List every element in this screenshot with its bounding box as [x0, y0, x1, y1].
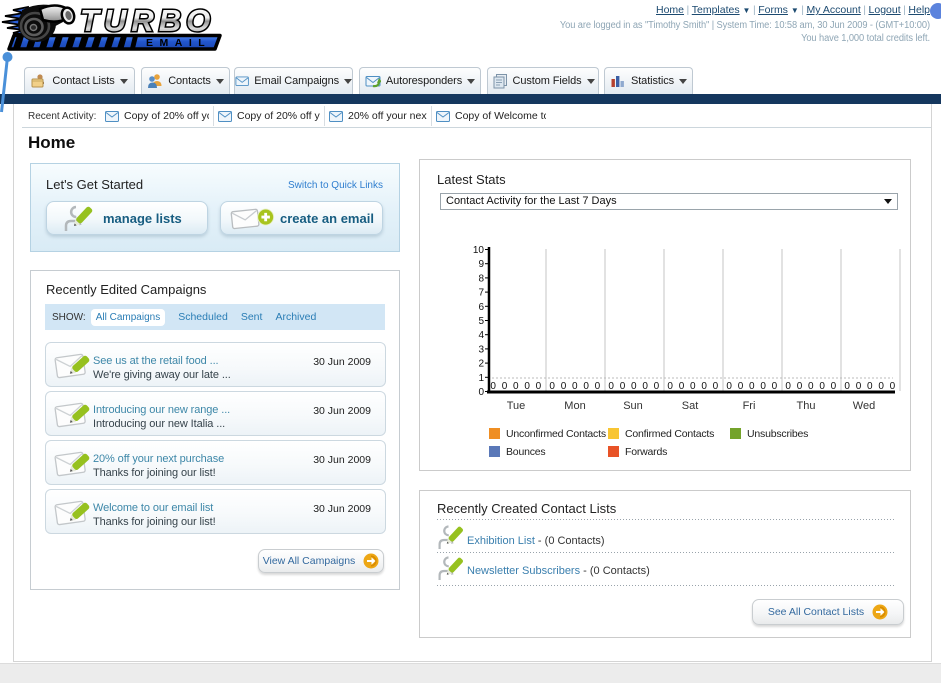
- svg-text:0: 0: [749, 381, 755, 392]
- svg-text:0: 0: [808, 381, 814, 392]
- svg-text:Mon: Mon: [564, 400, 585, 412]
- svg-text:0: 0: [738, 381, 744, 392]
- svg-text:0: 0: [797, 381, 803, 392]
- svg-text:Fri: Fri: [743, 400, 756, 412]
- svg-text:Sat: Sat: [682, 400, 699, 412]
- svg-text:0: 0: [785, 381, 791, 392]
- svg-text:0: 0: [701, 381, 707, 392]
- svg-text:10: 10: [473, 245, 485, 256]
- svg-text:0: 0: [642, 381, 648, 392]
- svg-text:0: 0: [867, 381, 873, 392]
- svg-text:1: 1: [478, 373, 484, 384]
- svg-text:0: 0: [690, 381, 696, 392]
- svg-text:TURBO: TURBO: [80, 3, 215, 38]
- svg-text:Tue: Tue: [507, 400, 526, 412]
- svg-text:0: 0: [608, 381, 614, 392]
- svg-text:0: 0: [772, 381, 778, 392]
- svg-text:0: 0: [831, 381, 837, 392]
- svg-text:0: 0: [819, 381, 825, 392]
- svg-text:Sun: Sun: [623, 400, 643, 412]
- svg-text:0: 0: [878, 381, 884, 392]
- svg-text:0: 0: [478, 387, 484, 398]
- svg-text:0: 0: [583, 381, 589, 392]
- svg-text:0: 0: [713, 381, 719, 392]
- svg-text:9: 9: [478, 259, 484, 270]
- svg-text:2: 2: [478, 359, 484, 370]
- svg-text:0: 0: [844, 381, 850, 392]
- svg-text:0: 0: [502, 381, 508, 392]
- svg-text:Thu: Thu: [797, 400, 816, 412]
- svg-text:0: 0: [679, 381, 685, 392]
- svg-text:0: 0: [549, 381, 555, 392]
- svg-text:0: 0: [856, 381, 862, 392]
- svg-text:8: 8: [478, 273, 484, 284]
- svg-text:0: 0: [890, 381, 896, 392]
- svg-text:0: 0: [620, 381, 626, 392]
- svg-text:0: 0: [572, 381, 578, 392]
- svg-text:0: 0: [595, 381, 601, 392]
- svg-text:0: 0: [631, 381, 637, 392]
- svg-text:Wed: Wed: [853, 400, 875, 412]
- svg-text:5: 5: [478, 316, 484, 327]
- svg-text:0: 0: [513, 381, 519, 392]
- svg-text:6: 6: [478, 302, 484, 313]
- svg-text:3: 3: [478, 344, 484, 355]
- svg-text:0: 0: [524, 381, 530, 392]
- svg-text:0: 0: [536, 381, 542, 392]
- svg-text:4: 4: [478, 330, 484, 341]
- svg-text:EMAIL: EMAIL: [146, 37, 211, 49]
- svg-text:0: 0: [726, 381, 732, 392]
- svg-text:0: 0: [561, 381, 567, 392]
- svg-text:0: 0: [654, 381, 660, 392]
- svg-text:7: 7: [478, 288, 484, 299]
- svg-text:0: 0: [760, 381, 766, 392]
- svg-text:0: 0: [490, 381, 496, 392]
- svg-text:0: 0: [667, 381, 673, 392]
